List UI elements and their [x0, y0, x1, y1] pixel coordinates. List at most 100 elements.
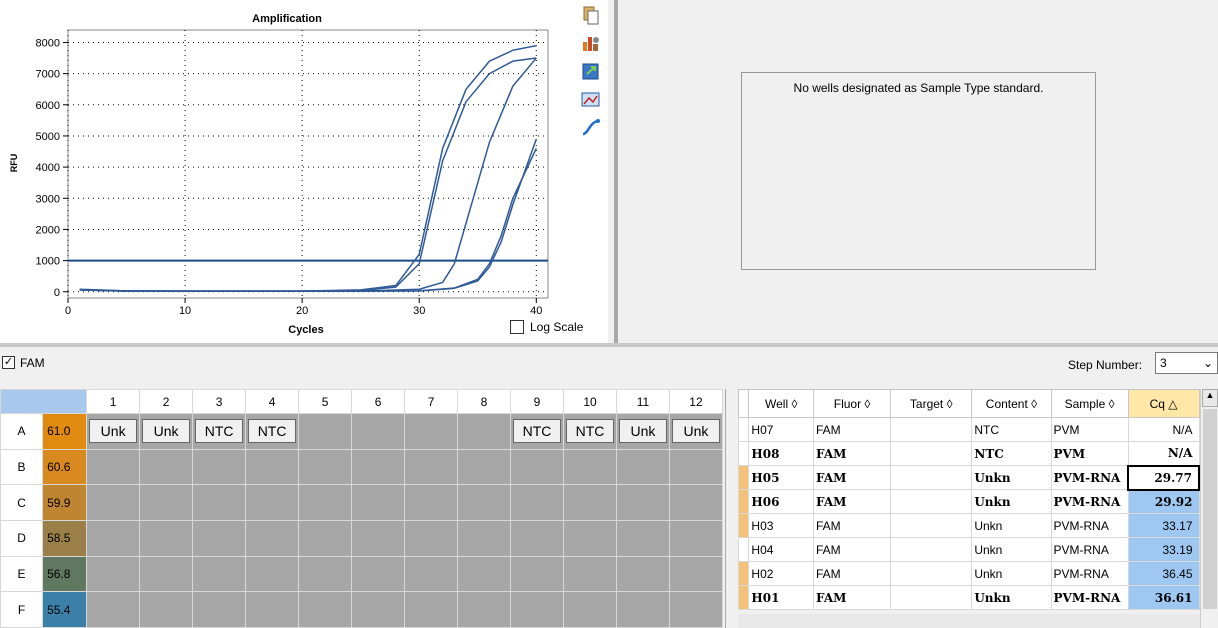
row-selector[interactable]: [737, 489, 750, 514]
plate-well[interactable]: [86, 555, 141, 593]
scroll-thumb[interactable]: [1203, 409, 1217, 609]
results-row[interactable]: H06 FAM Unkn PVM-RNA 29.92: [737, 489, 1200, 514]
row-selector[interactable]: [737, 465, 750, 490]
cell-target[interactable]: [890, 489, 973, 514]
well-content-label[interactable]: NTC: [195, 419, 244, 444]
cell-cq[interactable]: 36.61: [1127, 585, 1200, 610]
plate-row-header[interactable]: E: [0, 555, 44, 593]
plate-well[interactable]: [298, 519, 353, 557]
plate-well[interactable]: [615, 484, 670, 521]
cell-cq[interactable]: 36.45: [1127, 561, 1200, 586]
plate-well[interactable]: [139, 484, 194, 521]
row-selector[interactable]: [737, 417, 750, 442]
cell-sample[interactable]: PVM-RNA: [1050, 537, 1129, 562]
plate-well[interactable]: [192, 591, 247, 628]
cell-well[interactable]: H02: [748, 561, 814, 586]
results-row[interactable]: H08 FAM NTC PVM N/A: [737, 441, 1200, 466]
plate-well[interactable]: [298, 413, 353, 450]
cell-content[interactable]: Unkn: [971, 585, 1052, 610]
cell-sample[interactable]: PVM-RNA: [1050, 585, 1129, 610]
cell-fluor[interactable]: FAM: [812, 441, 892, 466]
plate-well[interactable]: [563, 448, 617, 486]
cell-target[interactable]: [890, 441, 973, 466]
plate-column-header[interactable]: 8: [457, 389, 512, 414]
plate-well[interactable]: [351, 519, 406, 557]
cell-content[interactable]: Unkn: [971, 537, 1052, 562]
fam-checkbox[interactable]: ✓: [2, 356, 15, 369]
plate-well[interactable]: Unk: [86, 413, 141, 450]
plate-well[interactable]: [404, 484, 459, 521]
plate-well[interactable]: [245, 484, 300, 521]
plate-column-header[interactable]: 11: [615, 389, 670, 414]
cell-target[interactable]: [890, 417, 973, 442]
horizontal-splitter[interactable]: [0, 343, 1218, 347]
cell-fluor[interactable]: FAM: [812, 561, 892, 586]
cell-sample[interactable]: PVM-RNA: [1050, 489, 1129, 514]
cell-target[interactable]: [890, 465, 973, 490]
chart-settings-icon[interactable]: [580, 32, 602, 54]
results-row[interactable]: H03 FAM Unkn PVM-RNA 33.17: [737, 513, 1200, 538]
column-header-sample[interactable]: Sample ◊: [1050, 389, 1129, 418]
plate-well[interactable]: [404, 519, 459, 557]
plate-column-header[interactable]: 10: [563, 389, 617, 414]
plate-well[interactable]: [351, 448, 406, 486]
well-content-label[interactable]: Unk: [671, 419, 720, 444]
plate-well[interactable]: [615, 448, 670, 486]
plate-well[interactable]: [139, 555, 194, 593]
plate-well[interactable]: [668, 555, 724, 593]
plate-well[interactable]: [86, 484, 141, 521]
plate-well[interactable]: [351, 591, 406, 628]
plate-well[interactable]: [404, 448, 459, 486]
cell-content[interactable]: NTC: [971, 417, 1052, 442]
export-icon[interactable]: [580, 60, 602, 82]
plate-well[interactable]: [457, 413, 512, 450]
cell-content[interactable]: Unkn: [971, 513, 1052, 538]
column-header-fluor[interactable]: Fluor ◊: [812, 389, 892, 418]
plate-well[interactable]: NTC: [192, 413, 247, 450]
cell-fluor[interactable]: FAM: [812, 417, 892, 442]
plate-well[interactable]: [245, 448, 300, 486]
plate-well[interactable]: [457, 519, 512, 557]
plate-well[interactable]: [139, 448, 194, 486]
well-content-label[interactable]: NTC: [566, 419, 614, 444]
plate-well[interactable]: [351, 413, 406, 450]
plate-well[interactable]: [668, 448, 724, 486]
cell-cq[interactable]: 33.17: [1127, 513, 1200, 538]
cell-target[interactable]: [890, 585, 973, 610]
plate-well[interactable]: [510, 591, 564, 628]
cell-cq[interactable]: N/A: [1127, 441, 1200, 466]
plate-well[interactable]: [457, 555, 512, 593]
plate-well[interactable]: [510, 555, 564, 593]
plate-corner[interactable]: [0, 389, 88, 414]
plate-well[interactable]: [351, 555, 406, 593]
plate-well[interactable]: [563, 484, 617, 521]
image-icon[interactable]: [580, 88, 602, 110]
cell-target[interactable]: [890, 561, 973, 586]
plate-column-header[interactable]: 7: [404, 389, 459, 414]
well-content-label[interactable]: Unk: [89, 419, 138, 444]
plate-well[interactable]: [298, 484, 353, 521]
well-content-label[interactable]: Unk: [618, 419, 667, 444]
panel-divider[interactable]: [725, 389, 735, 628]
plate-well[interactable]: [298, 555, 353, 593]
column-header-cq[interactable]: Cq △: [1127, 389, 1200, 418]
curve-icon[interactable]: [580, 116, 602, 138]
cell-fluor[interactable]: FAM: [812, 585, 892, 610]
plate-well[interactable]: Unk: [668, 413, 724, 450]
plate-column-header[interactable]: 6: [351, 389, 406, 414]
plate-well[interactable]: [86, 448, 141, 486]
plate-well[interactable]: [615, 519, 670, 557]
plate-column-header[interactable]: 1: [86, 389, 141, 414]
plate-well[interactable]: [298, 591, 353, 628]
plate-well[interactable]: [192, 555, 247, 593]
plate-column-header[interactable]: 3: [192, 389, 247, 414]
plate-well[interactable]: [351, 484, 406, 521]
plate-well[interactable]: [510, 484, 564, 521]
cell-cq[interactable]: 33.19: [1127, 537, 1200, 562]
plate-well[interactable]: [563, 591, 617, 628]
plate-well[interactable]: [139, 591, 194, 628]
results-scrollbar[interactable]: ▲: [1200, 389, 1218, 628]
cell-target[interactable]: [890, 537, 973, 562]
plate-well[interactable]: [668, 591, 724, 628]
plate-well[interactable]: [563, 555, 617, 593]
